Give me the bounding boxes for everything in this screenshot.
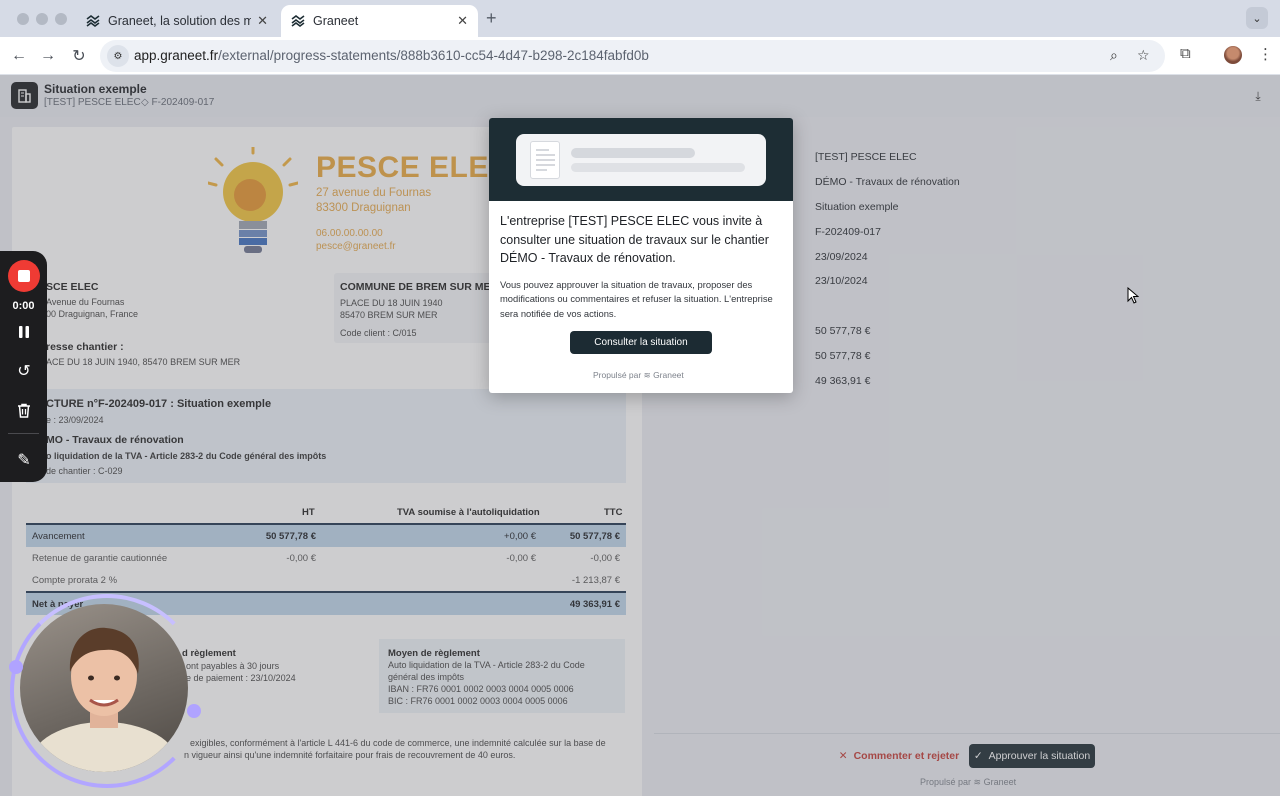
tab-close-icon[interactable]: ✕	[257, 13, 268, 29]
tab-title: Graneet	[313, 14, 359, 28]
zoom-magnifier-icon[interactable]: ⌕	[1110, 47, 1118, 64]
window-close-control[interactable]	[17, 13, 29, 25]
browser-tab-active[interactable]: Graneet ✕	[281, 5, 478, 37]
stop-icon	[18, 270, 30, 282]
modal-heading: L'entreprise [TEST] PESCE ELEC vous invi…	[500, 214, 769, 265]
browser-tab-inactive[interactable]: Graneet, la solution des meilleurs ✕	[76, 5, 278, 37]
modal-illustration	[489, 118, 793, 201]
person-avatar-icon	[30, 627, 178, 772]
screen-recorder-controls: 0:00 ↺ ✎	[0, 251, 47, 482]
tab-close-icon[interactable]: ✕	[457, 13, 468, 29]
trash-icon[interactable]	[11, 397, 37, 423]
stop-recording-button[interactable]	[8, 260, 40, 292]
back-arrow-icon[interactable]: ←	[8, 45, 30, 67]
reload-icon[interactable]: ↻	[68, 45, 90, 67]
document-icon	[530, 141, 560, 179]
new-tab-icon[interactable]: +	[486, 8, 497, 29]
extensions-puzzle-icon[interactable]: ⧉	[1180, 45, 1191, 62]
forward-arrow-icon[interactable]: →	[37, 45, 59, 67]
powered-by: Propulsé par ≋ Graneet	[593, 370, 684, 380]
webcam-resize-handle[interactable]	[9, 660, 23, 674]
mouse-cursor-icon	[1127, 287, 1139, 304]
tab-title: Graneet, la solution des meilleurs	[108, 14, 252, 28]
restart-icon[interactable]: ↺	[11, 358, 37, 384]
modal-body: Vous pouvez approuver la situation de tr…	[500, 279, 773, 319]
pause-icon[interactable]	[11, 319, 37, 345]
placeholder-bar	[571, 148, 695, 158]
url-text[interactable]: app.graneet.fr/external/progress-stateme…	[134, 48, 649, 63]
browser-toolbar: ← → ↻ ⚙ app.graneet.fr/external/progress…	[0, 37, 1280, 75]
address-bar[interactable]: ⚙ app.graneet.fr/external/progress-state…	[100, 40, 1165, 72]
graneet-favicon-icon	[86, 15, 100, 27]
recording-timer: 0:00	[12, 300, 35, 312]
browser-tab-bar: Graneet, la solution des meilleurs ✕ Gra…	[0, 0, 1280, 37]
pencil-icon[interactable]: ✎	[11, 447, 37, 473]
invitation-modal: L'entreprise [TEST] PESCE ELEC vous invi…	[489, 118, 793, 393]
graneet-favicon-icon	[291, 15, 305, 27]
tab-search-chevron-icon[interactable]: ⌄	[1246, 7, 1268, 29]
profile-avatar[interactable]	[1224, 46, 1242, 64]
placeholder-bar	[571, 163, 745, 172]
document-preview-illustration	[516, 134, 766, 186]
recorder-divider	[8, 433, 39, 434]
site-info-icon[interactable]: ⚙	[107, 45, 129, 67]
window-zoom-control[interactable]	[55, 13, 67, 25]
webcam-bubble[interactable]	[20, 604, 188, 772]
bookmark-star-icon[interactable]: ☆	[1137, 47, 1150, 64]
view-situation-button[interactable]: Consulter la situation	[570, 331, 712, 354]
browser-menu-icon[interactable]: ⋮	[1258, 45, 1273, 63]
window-minimize-control[interactable]	[36, 13, 48, 25]
webcam-resize-handle[interactable]	[187, 704, 201, 718]
